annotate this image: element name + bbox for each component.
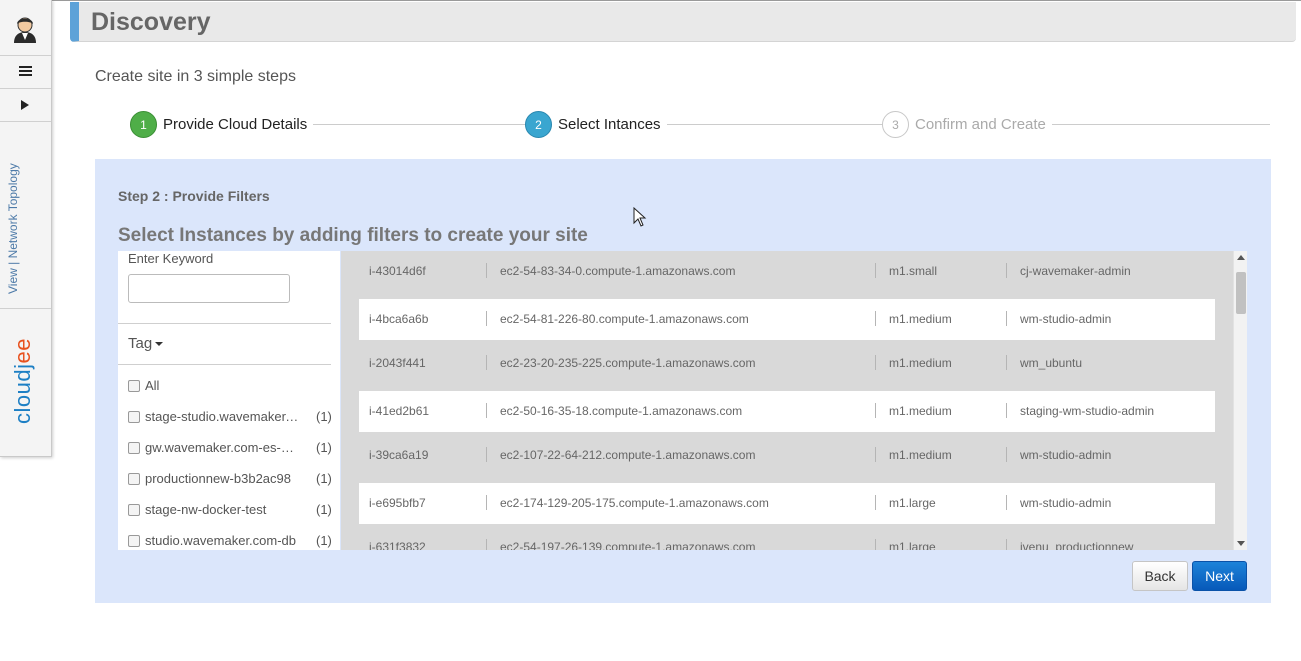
step-number-badge: 3 xyxy=(882,111,909,138)
wizard-steps: 1 Provide Cloud Details 2 Select Intance… xyxy=(95,103,1271,153)
sidebar-divider xyxy=(0,55,51,56)
step-label: Provide Cloud Details xyxy=(163,116,314,133)
table-scrollbar[interactable] xyxy=(1233,251,1247,550)
sidebar-divider xyxy=(0,121,51,122)
step-connector xyxy=(1040,124,1270,125)
hamburger-menu-icon[interactable] xyxy=(19,66,32,78)
table-row[interactable]: i-2043f441 ec2-23-20-235-225.compute-1.a… xyxy=(359,343,1215,384)
keyword-label: Enter Keyword xyxy=(128,251,214,266)
filter-item[interactable]: stage-studio.wavemaker.com (1) xyxy=(128,408,333,428)
filter-item[interactable]: stage-nw-docker-test (1) xyxy=(128,501,333,521)
table-row[interactable]: i-631f3832 ec2-54-197-26-139.compute-1.a… xyxy=(359,527,1215,550)
top-border xyxy=(52,0,1301,1)
scroll-thumb[interactable] xyxy=(1236,272,1246,314)
table-row[interactable]: i-43014d6f ec2-54-83-34-0.compute-1.amaz… xyxy=(359,251,1215,292)
back-button[interactable]: Back xyxy=(1132,561,1188,591)
view-network-topology-link[interactable]: View | Network Topology xyxy=(6,144,20,294)
table-row[interactable]: i-41ed2b61 ec2-50-16-35-18.compute-1.ama… xyxy=(359,391,1215,432)
filter-item-all[interactable]: All xyxy=(128,377,333,397)
left-sidebar: View | Network Topology cloudjee xyxy=(0,0,52,457)
step-connector xyxy=(300,124,532,125)
section-heading: Select Instances by adding filters to cr… xyxy=(118,225,588,246)
table-row[interactable]: i-39ca6a19 ec2-107-22-64-212.compute-1.a… xyxy=(359,435,1215,476)
tag-dropdown[interactable]: Tag xyxy=(128,335,164,352)
divider xyxy=(118,364,331,365)
page-subtitle: Create site in 3 simple steps xyxy=(95,68,296,85)
step-1: 1 Provide Cloud Details xyxy=(130,111,314,138)
step-3: 3 Confirm and Create xyxy=(882,111,1052,138)
instances-table: i-43014d6f ec2-54-83-34-0.compute-1.amaz… xyxy=(341,251,1247,550)
step-number-badge: 2 xyxy=(525,111,552,138)
cloudjee-logo: cloudjee xyxy=(10,338,35,424)
checkbox[interactable] xyxy=(128,411,140,423)
step-label: Select Intances xyxy=(558,116,667,133)
page-title: Discovery xyxy=(91,8,211,36)
checkbox[interactable] xyxy=(128,380,140,392)
next-button[interactable]: Next xyxy=(1192,561,1247,591)
page-header: Discovery xyxy=(70,2,1296,42)
filter-item[interactable]: productionnew-b3b2ac98 (1) xyxy=(128,470,333,490)
keyword-input[interactable] xyxy=(128,274,290,303)
scroll-down-icon[interactable] xyxy=(1237,541,1245,546)
filter-panel: Step 2 : Provide Filters Select Instance… xyxy=(95,159,1271,603)
play-icon[interactable] xyxy=(21,100,29,110)
checkbox[interactable] xyxy=(128,504,140,516)
table-row[interactable]: i-4bca6a6b ec2-54-81-226-80.compute-1.am… xyxy=(359,299,1215,340)
checkbox[interactable] xyxy=(128,535,140,547)
step-number-badge: 1 xyxy=(130,111,157,138)
filter-sidebar: Enter Keyword Tag All stage-studio.wavem… xyxy=(118,251,340,550)
sidebar-divider xyxy=(0,308,51,309)
step-2: 2 Select Intances xyxy=(525,111,667,138)
step-heading: Step 2 : Provide Filters xyxy=(118,188,270,204)
divider xyxy=(118,323,331,324)
user-avatar-icon[interactable] xyxy=(11,14,39,44)
step-connector xyxy=(658,124,884,125)
filter-item[interactable]: gw.wavemaker.com-es-production (1) xyxy=(128,439,333,459)
step-label: Confirm and Create xyxy=(915,116,1052,133)
checkbox[interactable] xyxy=(128,473,140,485)
checkbox[interactable] xyxy=(128,442,140,454)
scroll-up-icon[interactable] xyxy=(1237,255,1245,260)
sidebar-divider xyxy=(0,88,51,89)
table-row[interactable]: i-e695bfb7 ec2-174-129-205-175.compute-1… xyxy=(359,483,1215,524)
mouse-pointer-icon xyxy=(633,206,647,227)
caret-down-icon xyxy=(155,342,164,347)
filter-item[interactable]: studio.wavemaker.com-db (1) xyxy=(128,532,333,550)
